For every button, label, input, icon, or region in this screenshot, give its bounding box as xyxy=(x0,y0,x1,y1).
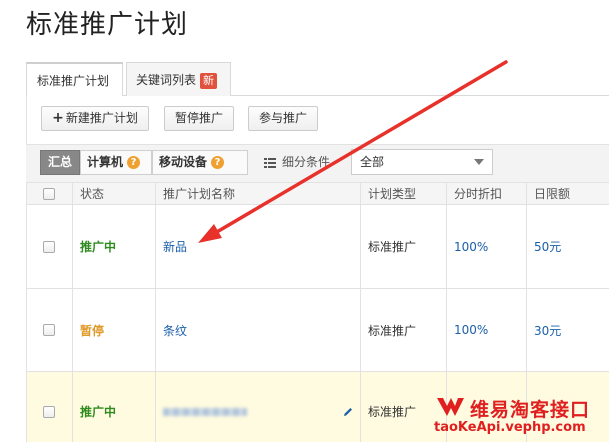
row-checkbox-cell xyxy=(26,205,72,288)
row-checkbox[interactable] xyxy=(43,240,55,253)
filter-bar: 汇总 计算机? 移动设备? 细分条件 全部 xyxy=(26,144,609,182)
table-row: 暂停 条纹 标准推广 100% 30元 xyxy=(26,289,609,372)
pause-button[interactable]: 暂停推广 xyxy=(164,106,234,131)
condition-select[interactable]: 全部 xyxy=(351,149,493,175)
status-cell: 暂停 xyxy=(72,289,155,371)
header-plan-name[interactable]: 推广计划名称 xyxy=(155,183,360,205)
watermark-name: 维易淘客接口 xyxy=(470,399,591,421)
header-status[interactable]: 状态 xyxy=(72,183,155,205)
plus-icon: + xyxy=(52,110,64,126)
blurred-plan-name[interactable] xyxy=(163,407,247,416)
new-badge: 新 xyxy=(200,72,218,89)
toolbar: + 新建推广计划 暂停推广 参与推广 xyxy=(26,96,609,144)
status-cell: 推广中 xyxy=(72,205,155,288)
page-title: 标准推广计划 xyxy=(26,10,189,40)
daily-budget-link[interactable]: 30元 xyxy=(526,289,609,371)
row-checkbox-cell xyxy=(26,289,72,371)
watermark-logo-icon xyxy=(437,398,464,416)
new-plan-button[interactable]: + 新建推广计划 xyxy=(41,106,149,131)
status-cell: 推广中 xyxy=(72,372,155,442)
mobile-tab[interactable]: 移动设备? xyxy=(152,150,248,175)
tab-standard-plans-label: 标准推广计划 xyxy=(37,74,110,88)
tab-keyword-list[interactable]: 关键词列表新 xyxy=(126,62,231,97)
plan-type-cell: 标准推广 xyxy=(360,289,446,371)
list-icon xyxy=(264,157,276,168)
watermark: 维易淘客接口 taoKeApi.vephp.com xyxy=(430,394,609,442)
select-all-checkbox[interactable] xyxy=(43,188,55,200)
header-time-discount[interactable]: 分时折扣 xyxy=(446,183,526,205)
subfilter-label: 细分条件 xyxy=(282,155,331,169)
row-checkbox[interactable] xyxy=(43,405,55,418)
mobile-tab-label: 移动设备 xyxy=(159,155,208,169)
plan-type-cell: 标准推广 xyxy=(360,205,446,288)
header-daily-budget[interactable]: 日限额 xyxy=(526,183,609,205)
tab-keyword-list-label: 关键词列表 xyxy=(136,73,197,87)
help-icon[interactable]: ? xyxy=(127,156,141,169)
time-discount-link[interactable]: 100% xyxy=(446,289,526,371)
tab-standard-plans[interactable]: 标准推广计划 xyxy=(26,62,123,97)
tab-bar: 标准推广计划 关键词列表新 xyxy=(26,62,609,97)
new-plan-label: 新建推广计划 xyxy=(65,111,138,125)
pc-tab-label: 计算机 xyxy=(87,155,124,169)
plan-name-link[interactable]: 新品 xyxy=(155,205,360,288)
subfilter-toggle[interactable]: 细分条件 xyxy=(264,150,330,175)
table-header: 状态 推广计划名称 计划类型 分时折扣 日限额 xyxy=(26,182,609,205)
plan-name-cell xyxy=(155,372,360,442)
pencil-icon[interactable] xyxy=(342,406,354,418)
chevron-down-icon xyxy=(474,159,484,165)
time-discount-link[interactable]: 100% xyxy=(446,205,526,288)
row-checkbox[interactable] xyxy=(43,324,55,336)
help-icon[interactable]: ? xyxy=(211,156,225,169)
daily-budget-link[interactable]: 50元 xyxy=(526,205,609,288)
summary-tab[interactable]: 汇总 xyxy=(40,150,80,175)
watermark-url: taoKeApi.vephp.com xyxy=(434,420,586,435)
select-all-checkbox-cell xyxy=(26,183,72,205)
condition-select-value: 全部 xyxy=(360,155,385,169)
plan-name-link[interactable]: 条纹 xyxy=(155,289,360,371)
table-row: 推广中 新品 标准推广 100% 50元 xyxy=(26,205,609,289)
pc-tab[interactable]: 计算机? xyxy=(80,150,152,175)
join-button[interactable]: 参与推广 xyxy=(248,106,318,131)
header-plan-type[interactable]: 计划类型 xyxy=(360,183,446,205)
row-checkbox-cell xyxy=(26,372,72,442)
